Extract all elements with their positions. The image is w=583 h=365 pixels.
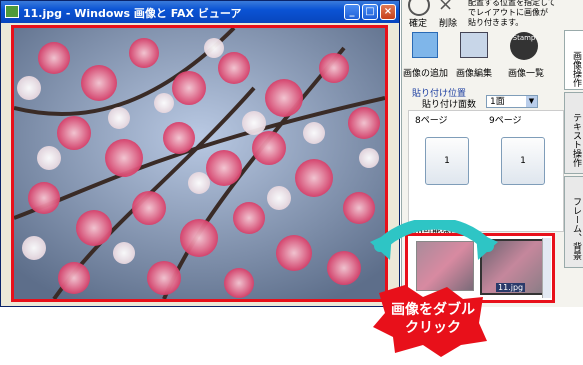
page-8-slot[interactable]: 1 xyxy=(425,137,469,185)
maximize-icon[interactable]: □ xyxy=(362,4,378,20)
edit-image-icon[interactable] xyxy=(460,32,488,58)
close-icon[interactable]: × xyxy=(380,4,396,20)
image-viewer-window: 11.jpg - Windows 画像と FAX ビューア _ □ × xyxy=(0,0,400,307)
paste-face-select[interactable]: 1面 ▼ xyxy=(486,95,538,108)
paste-face-label: 貼り付け面数 xyxy=(422,100,477,110)
list-scrollbar[interactable] xyxy=(542,238,551,298)
edit-image-label[interactable]: 画像編集 xyxy=(456,66,492,79)
paste-face-value: 1面 xyxy=(490,97,505,107)
tab-image-ops[interactable]: 画像操作 xyxy=(564,30,583,90)
add-image-label[interactable]: 画像の追加 xyxy=(403,66,448,79)
title-bar[interactable]: 11.jpg - Windows 画像と FAX ビューア _ □ × xyxy=(1,1,399,23)
add-image-icon[interactable] xyxy=(412,32,438,58)
confirm-icon[interactable] xyxy=(408,0,430,16)
thumbnail-caption: 11.jpg xyxy=(496,283,526,292)
callout-line-2: クリック xyxy=(405,320,461,336)
window-title: 11.jpg - Windows 画像と FAX ビューア xyxy=(23,7,242,20)
plum-blossom-photo xyxy=(14,28,385,299)
page-area: 8ページ 9ページ 1 1 xyxy=(408,110,564,232)
drag-arrow-icon xyxy=(370,220,498,260)
delete-icon[interactable]: × xyxy=(438,0,453,14)
stamp-list-icon[interactable]: Stamp xyxy=(510,32,538,60)
page-9-label: 9ページ xyxy=(489,116,522,126)
page-9-slot[interactable]: 1 xyxy=(501,137,545,185)
callout-line-1: 画像をダブル xyxy=(391,302,475,318)
confirm-label[interactable]: 確定 xyxy=(409,16,427,29)
tab-text-ops[interactable]: テキスト操作 xyxy=(564,92,583,174)
delete-label[interactable]: 削除 xyxy=(439,16,457,29)
image-list-label[interactable]: 画像一覧 xyxy=(508,66,544,79)
app-icon xyxy=(5,5,19,18)
minimize-icon[interactable]: _ xyxy=(344,4,360,20)
page-8-label: 8ページ xyxy=(415,116,448,126)
callout-text: 画像をダブル クリック xyxy=(383,301,483,337)
photo-preview xyxy=(11,25,388,302)
help-text: 配置する位置を指定して でレイアウトに画像が 貼り付きます。 xyxy=(468,0,556,27)
chevron-down-icon[interactable]: ▼ xyxy=(526,96,537,107)
tab-frame-background[interactable]: フレーム、背景 xyxy=(564,176,583,268)
